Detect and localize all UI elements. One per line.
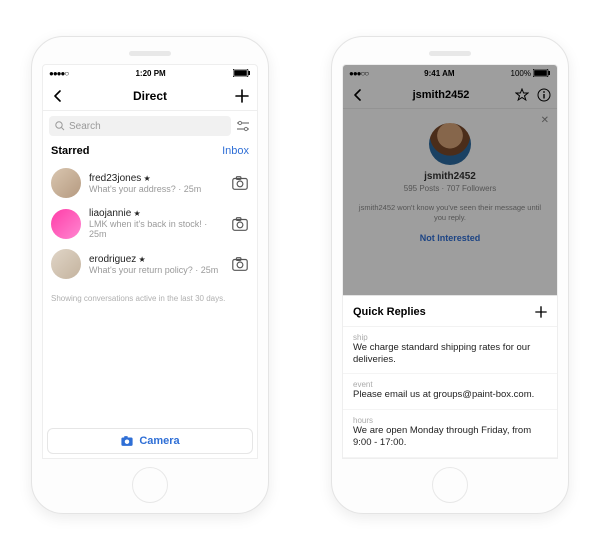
status-bar: ●●●●○ 1:20 PM xyxy=(43,65,257,81)
search-icon xyxy=(55,121,65,131)
home-button[interactable] xyxy=(132,467,168,503)
compose-button[interactable] xyxy=(233,87,251,105)
quick-reply-item[interactable]: hours We are open Monday through Friday,… xyxy=(343,410,557,458)
sliders-icon xyxy=(235,118,251,134)
shortcut: event xyxy=(353,380,547,389)
phone-speaker xyxy=(429,51,471,56)
quick-reply-item[interactable]: ship We charge standard shipping rates f… xyxy=(343,327,557,375)
status-right: 100% xyxy=(511,69,551,78)
dimmed-layer: ●●●○○ 9:41 AM 100% jsmith2452 ✕ xyxy=(343,65,557,295)
phone-speaker xyxy=(129,51,171,56)
avatar xyxy=(429,123,471,165)
search-placeholder: Search xyxy=(69,121,101,132)
avatar xyxy=(51,168,81,198)
footer-note: Showing conversations active in the last… xyxy=(43,284,257,313)
row-text: liaojannie LMK when it's back in stock! … xyxy=(89,208,223,239)
camera-button[interactable]: Camera xyxy=(47,428,253,454)
info-icon[interactable] xyxy=(537,88,551,102)
plus-icon xyxy=(235,89,249,103)
avatar xyxy=(51,249,81,279)
camera-filled-icon xyxy=(120,434,134,448)
row-text: erodriguez What's your return policy? · … xyxy=(89,254,223,275)
profile-username: jsmith2452 xyxy=(353,171,547,182)
reply-text: We are open Monday through Friday, from … xyxy=(353,425,547,449)
filter-button[interactable] xyxy=(235,118,251,134)
camera-icon[interactable] xyxy=(231,174,249,192)
username: erodriguez xyxy=(89,254,223,265)
username: liaojannie xyxy=(89,208,223,219)
nav-actions xyxy=(515,88,551,102)
reply-text: Please email us at groups@paint-box.com. xyxy=(353,389,547,401)
camera-icon[interactable] xyxy=(231,255,249,273)
profile-card: ✕ jsmith2452 595 Posts · 707 Followers j… xyxy=(343,109,557,253)
search-row: Search xyxy=(49,116,251,136)
shortcut: hours xyxy=(353,416,547,425)
screen-left: ●●●●○ 1:20 PM Direct Search xyxy=(42,64,258,459)
signal-dots: ●●●●○ xyxy=(49,69,68,78)
phone-right: ●●●○○ 9:41 AM 100% jsmith2452 ✕ xyxy=(331,36,569,514)
screen-right: ●●●○○ 9:41 AM 100% jsmith2452 ✕ xyxy=(342,64,558,459)
close-button[interactable]: ✕ xyxy=(541,115,549,126)
back-button[interactable] xyxy=(49,87,67,105)
avatar xyxy=(51,209,81,239)
add-reply-button[interactable] xyxy=(535,306,547,318)
conversation-row[interactable]: liaojannie LMK when it's back in stock! … xyxy=(43,203,257,244)
row-text: fred23jones What's your address? · 25m xyxy=(89,173,223,194)
message-preview: What's your return policy? · 25m xyxy=(89,265,223,275)
section-header: Starred Inbox xyxy=(43,141,257,163)
phone-left: ●●●●○ 1:20 PM Direct Search xyxy=(31,36,269,514)
plus-icon xyxy=(535,306,547,318)
back-button[interactable] xyxy=(349,86,367,104)
sheet-header: Quick Replies xyxy=(343,300,557,327)
battery-pct: 100% xyxy=(511,69,531,78)
quick-reply-item[interactable]: event Please email us at groups@paint-bo… xyxy=(343,374,557,410)
clock: 1:20 PM xyxy=(135,69,165,78)
battery-icon xyxy=(233,69,251,77)
message-preview: LMK when it's back in stock! · 25m xyxy=(89,219,223,239)
camera-icon[interactable] xyxy=(231,215,249,233)
quick-replies-sheet: Quick Replies ship We charge standard sh… xyxy=(343,295,557,458)
signal-dots: ●●●○○ xyxy=(349,69,368,78)
star-icon[interactable] xyxy=(515,88,529,102)
nav-bar: jsmith2452 xyxy=(343,81,557,109)
chevron-left-icon xyxy=(352,89,364,101)
shortcut: ship xyxy=(353,333,547,342)
conversation-row[interactable]: fred23jones What's your address? · 25m xyxy=(43,163,257,203)
not-interested-link[interactable]: Not Interested xyxy=(353,233,547,243)
username: fred23jones xyxy=(89,173,223,184)
message-preview: What's your address? · 25m xyxy=(89,184,223,194)
nav-bar: Direct xyxy=(43,81,257,111)
page-title: Direct xyxy=(133,89,167,103)
status-bar: ●●●○○ 9:41 AM 100% xyxy=(343,65,557,81)
reply-text: We charge standard shipping rates for ou… xyxy=(353,342,547,366)
chevron-left-icon xyxy=(52,90,64,102)
profile-stats: 595 Posts · 707 Followers xyxy=(353,184,547,193)
section-label: Starred xyxy=(51,145,90,157)
inbox-link[interactable]: Inbox xyxy=(222,145,249,157)
profile-note: jsmith2452 won't know you've seen their … xyxy=(353,203,547,223)
page-title: jsmith2452 xyxy=(413,89,470,101)
search-input[interactable]: Search xyxy=(49,116,231,136)
camera-label: Camera xyxy=(139,435,179,447)
clock: 9:41 AM xyxy=(424,69,454,78)
sheet-title: Quick Replies xyxy=(353,306,426,318)
battery-icon xyxy=(533,69,551,77)
home-button[interactable] xyxy=(432,467,468,503)
conversation-row[interactable]: erodriguez What's your return policy? · … xyxy=(43,244,257,284)
status-right xyxy=(233,69,251,77)
